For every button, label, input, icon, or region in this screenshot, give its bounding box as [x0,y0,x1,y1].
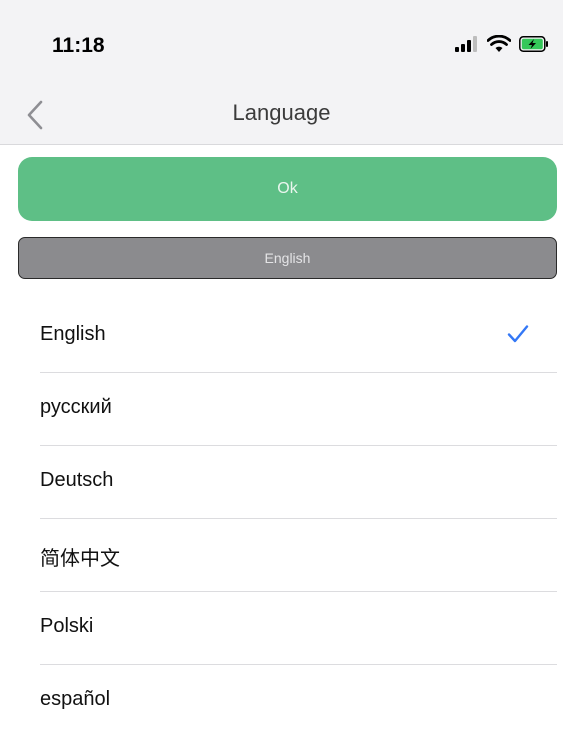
language-label: русский [40,396,112,418]
language-item-spanish[interactable]: español [0,665,563,738]
status-icons [455,34,549,58]
battery-charging-icon [519,35,549,57]
language-label: English [40,323,106,345]
language-item-english[interactable]: English [0,300,563,373]
language-item-polish[interactable]: Polski [0,592,563,665]
language-label: español [40,688,111,710]
language-label: Polski [40,615,94,637]
language-label: 简体中文 [40,548,120,570]
language-item-russian[interactable]: русский [0,373,563,446]
language-list: English русский Deutsch 简体中文 Polski espa… [0,300,563,738]
navigation-bar: Language [0,88,563,145]
page-title: Language [232,100,331,125]
status-bar: 11:18 [0,0,563,88]
language-item-chinese-simplified[interactable]: 简体中文 [0,519,563,592]
checkmark-icon [507,324,529,349]
signal-icon [455,35,479,57]
status-time: 11:18 [52,34,105,57]
language-item-german[interactable]: Deutsch [0,446,563,519]
selected-language-bar: English [18,237,557,279]
wifi-icon [486,34,512,58]
language-label: Deutsch [40,469,114,491]
ok-button[interactable]: Ok [18,157,557,221]
